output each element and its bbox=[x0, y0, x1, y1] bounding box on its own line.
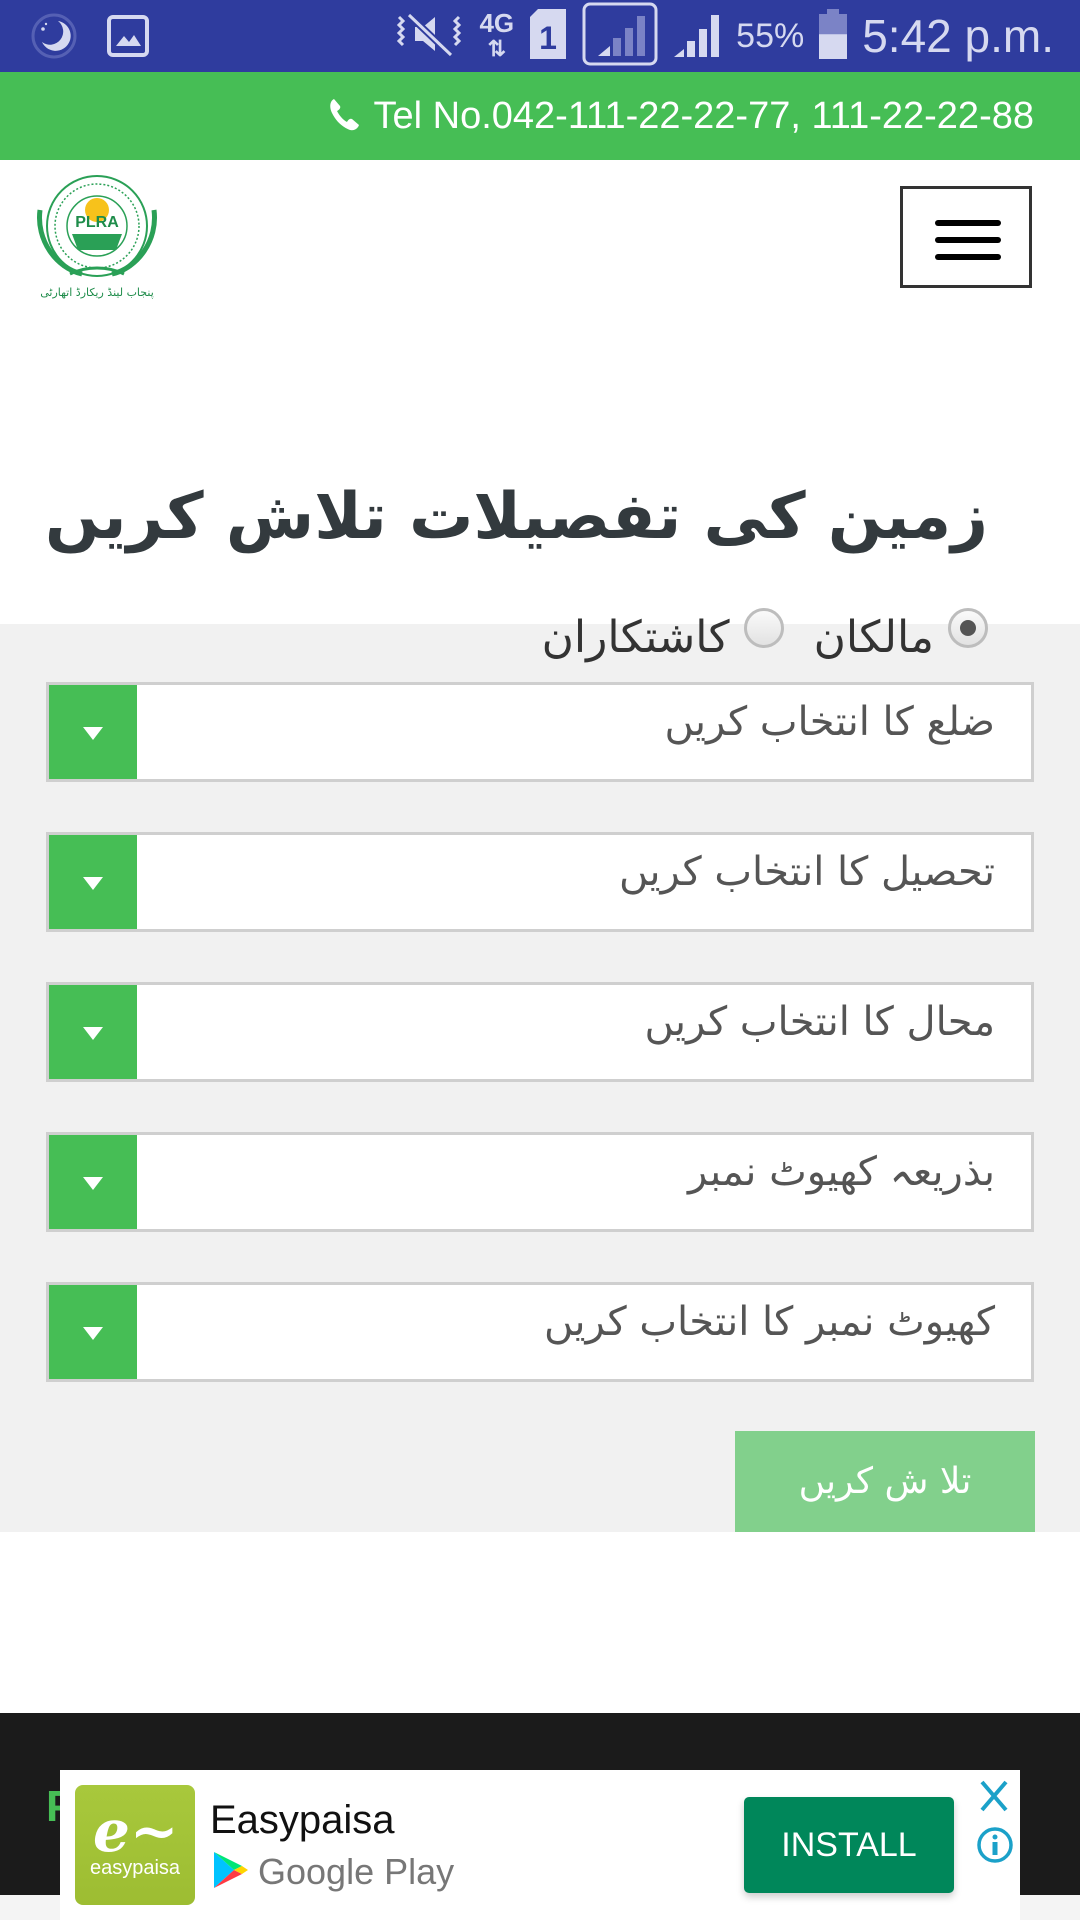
chevron-down-icon[interactable] bbox=[49, 685, 137, 779]
mauza-select-value: محال کا انتخاب کریں bbox=[644, 999, 995, 1045]
district-select-value: ضلع کا انتخاب کریں bbox=[664, 699, 995, 745]
plra-logo[interactable]: PLRA پنجاب لینڈ ریکارڈ اتھارٹی bbox=[26, 170, 168, 300]
signal-sim2-icon bbox=[672, 9, 722, 63]
chevron-down-icon[interactable] bbox=[49, 1285, 137, 1379]
chevron-down-icon[interactable] bbox=[49, 835, 137, 929]
page-title: زمین کی تفصیلات تلاش کریں bbox=[44, 480, 988, 554]
gallery-icon bbox=[106, 14, 150, 62]
vibrate-off-icon bbox=[393, 9, 465, 63]
logo-caption: پنجاب لینڈ ریکارڈ اتھارٹی bbox=[40, 286, 154, 299]
radio-cultivators[interactable] bbox=[743, 607, 784, 648]
contact-bar: Tel No.042-111-22-22-77, 111-22-22-88 bbox=[0, 72, 1080, 160]
google-play-icon bbox=[212, 1850, 250, 1894]
network-type-label: 4G bbox=[479, 8, 515, 38]
tehsil-select-value: تحصیل کا انتخاب کریں bbox=[618, 849, 995, 895]
easypaisa-logo-glyph: e~ bbox=[93, 1797, 179, 1865]
phone-icon bbox=[328, 97, 360, 135]
search-by-select[interactable]: بذریعہ کھیوٹ نمبر bbox=[46, 1132, 1034, 1232]
hamburger-menu-button[interactable] bbox=[900, 186, 1032, 288]
info-icon[interactable] bbox=[976, 1826, 1014, 1864]
sim-label: 1 bbox=[539, 20, 557, 56]
district-select[interactable]: ضلع کا انتخاب کریں bbox=[46, 682, 1034, 782]
radio-owners[interactable] bbox=[948, 607, 988, 648]
radio-owners-label[interactable]: مالکان bbox=[814, 612, 934, 663]
ad-store-label: Google Play bbox=[258, 1851, 455, 1892]
hamburger-menu-icon bbox=[935, 220, 1001, 226]
phone-numbers[interactable]: Tel No.042-111-22-22-77, 111-22-22-88 bbox=[374, 95, 1035, 138]
mauza-select[interactable]: محال کا انتخاب کریں bbox=[46, 982, 1034, 1082]
hamburger-menu-icon-bar bbox=[935, 237, 1001, 243]
khewat-select[interactable]: کھیوٹ نمبر کا انتخاب کریں bbox=[46, 1282, 1034, 1382]
khewat-select-value: کھیوٹ نمبر کا انتخاب کریں bbox=[543, 1299, 995, 1345]
logo-text: PLRA bbox=[75, 214, 119, 231]
radio-cultivators-label[interactable]: کاشتکاران bbox=[542, 612, 730, 663]
search-button[interactable]: تلا ش کریں bbox=[735, 1431, 1035, 1532]
network-4g-icon: 4G ⇅ bbox=[479, 8, 515, 61]
search-by-select-value: بذریعہ کھیوٹ نمبر bbox=[687, 1149, 995, 1195]
clock: 5:42 p.m. bbox=[862, 10, 1054, 62]
ad-banner[interactable]: e~ easypaisa Easypaisa Google Play INSTA… bbox=[60, 1770, 1020, 1920]
ad-app-name[interactable]: Easypaisa bbox=[210, 1798, 395, 1843]
signal-sim1-icon bbox=[582, 2, 658, 70]
chevron-down-icon[interactable] bbox=[49, 1135, 137, 1229]
ad-store: Google Play bbox=[212, 1850, 454, 1894]
tehsil-select[interactable]: تحصیل کا انتخاب کریں bbox=[46, 832, 1034, 932]
close-icon[interactable] bbox=[976, 1778, 1012, 1814]
hamburger-menu-icon-bar bbox=[935, 254, 1001, 260]
easypaisa-logo-text: easypaisa bbox=[89, 1857, 181, 1879]
sim-1-icon: 1 bbox=[528, 9, 568, 63]
install-button[interactable]: INSTALL bbox=[744, 1797, 954, 1893]
battery-icon bbox=[818, 9, 848, 63]
owner-type-radio-group: مالکان کاشتکاران bbox=[526, 607, 988, 663]
night-mode-icon bbox=[30, 12, 78, 64]
easypaisa-app-icon[interactable]: e~ easypaisa bbox=[75, 1785, 195, 1905]
chevron-down-icon[interactable] bbox=[49, 985, 137, 1079]
status-bar: 4G ⇅ 1 55% 5:42 p.m. bbox=[0, 0, 1080, 72]
battery-percent: 55% bbox=[736, 16, 805, 55]
